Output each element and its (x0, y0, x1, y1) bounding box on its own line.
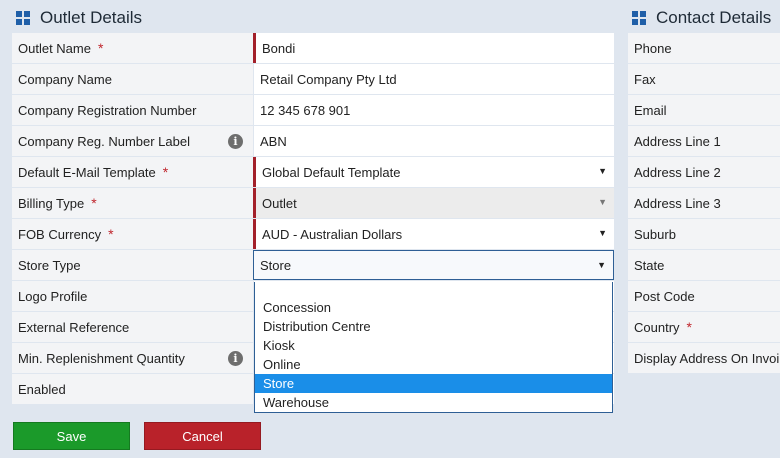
field-label: FOB Currency * (12, 219, 253, 249)
field-label-text: Country (634, 319, 680, 335)
field-label-text: State (634, 257, 665, 273)
outlet-details-title-text: Outlet Details (40, 8, 143, 27)
field-label-text: Min. Replenishment Quantity (18, 350, 185, 366)
contact-row-address-line-2: Address Line 2 (628, 157, 780, 188)
form-row-billing-type: Billing Type * Outlet ▼ (12, 188, 614, 219)
field-value: ABN (260, 133, 287, 149)
contact-row-email: Email (628, 95, 780, 126)
contact-row-suburb: Suburb (628, 219, 780, 250)
grid-icon (16, 11, 30, 25)
field-label-text: Address Line 1 (634, 133, 721, 149)
field-label: Company Registration Number (12, 95, 253, 125)
field-label: Outlet Name * (12, 33, 253, 63)
form-row-fob-currency: FOB Currency * AUD - Australian Dollars ▼ (12, 219, 614, 250)
contact-row-display-address-on-invoi: Display Address On Invoi (628, 343, 780, 374)
field-label-text: Post Code (634, 288, 695, 304)
caret-down-icon: ▼ (598, 197, 607, 207)
contact-details-title: Contact Details (632, 6, 771, 30)
field-label-text: Outlet Name (18, 40, 91, 56)
contact-row-post-code: Post Code (628, 281, 780, 312)
contact-row-fax: Fax (628, 64, 780, 95)
field-label-text: Default E-Mail Template (18, 164, 156, 180)
field-value: Store (260, 257, 292, 273)
cancel-button[interactable]: Cancel (144, 422, 261, 450)
billing-type-select: Outlet ▼ (253, 188, 614, 218)
field-label: Company Reg. Number Label i (12, 126, 253, 156)
store-type-dropdown-list[interactable]: Concession Distribution Centre Kiosk Online… (254, 282, 613, 413)
field-label-text: Suburb (634, 226, 676, 242)
required-marker: * (91, 195, 97, 211)
field-label-text: Company Reg. Number Label (18, 133, 190, 149)
dropdown-option-online[interactable]: Online (255, 355, 612, 374)
field-value: Outlet (262, 195, 297, 211)
field-label: Default E-Mail Template * (12, 157, 253, 187)
dropdown-option-store[interactable]: Store (255, 374, 612, 393)
fob-currency-select[interactable]: AUD - Australian Dollars ▼ (253, 219, 614, 249)
field-value: AUD - Australian Dollars (262, 226, 403, 242)
contact-row-address-line-1: Address Line 1 (628, 126, 780, 157)
field-label: Logo Profile (12, 281, 253, 311)
contact-row-state: State (628, 250, 780, 281)
contact-row-address-line-3: Address Line 3 (628, 188, 780, 219)
field-label-text: Email (634, 102, 667, 118)
caret-down-icon: ▼ (597, 260, 606, 270)
field-label-text: Company Registration Number (18, 102, 197, 118)
field-label: Billing Type * (12, 188, 253, 218)
field-label: Enabled (12, 374, 253, 404)
form-row-default-e-mail-template: Default E-Mail Template * Global Default T… (12, 157, 614, 188)
form-row-company-registration-number: Company Registration Number 12 345 678 90… (12, 95, 614, 126)
save-button[interactable]: Save (13, 422, 130, 450)
field-label-text: Fax (634, 71, 656, 87)
field-value: 12 345 678 901 (260, 102, 351, 118)
form-row-company-name: Company Name Retail Company Pty Ltd (12, 64, 614, 95)
required-marker: * (97, 40, 104, 56)
dropdown-option-kiosk[interactable]: Kiosk (255, 336, 612, 355)
field-label: Company Name (12, 64, 253, 94)
field-label-text: Phone (634, 40, 672, 56)
field-label-text: External Reference (18, 319, 130, 335)
form-row-company-reg-number-label: Company Reg. Number Label i ABN (12, 126, 614, 157)
required-marker: * (162, 164, 169, 180)
caret-down-icon: ▼ (598, 228, 607, 238)
field-label-text: FOB Currency (18, 226, 102, 242)
field-label-text: Logo Profile (18, 288, 88, 304)
field-label: External Reference (12, 312, 253, 342)
field-label-text: Display Address On Invoi (634, 350, 780, 366)
contact-row-country: Country * (628, 312, 780, 343)
caret-down-icon: ▼ (598, 166, 607, 176)
dropdown-option-distribution-centre[interactable]: Distribution Centre (255, 317, 612, 336)
dropdown-option-concession[interactable]: Concession (255, 298, 612, 317)
company-reg-number-label-input[interactable]: ABN (253, 126, 614, 156)
contact-details-form: Phone Fax Email Address Line 1 Address Line … (628, 33, 780, 374)
outlet-details-title: Outlet Details (16, 6, 142, 30)
required-marker: * (108, 226, 114, 242)
company-name-input[interactable]: Retail Company Pty Ltd (253, 64, 614, 94)
info-icon[interactable]: i (228, 134, 243, 149)
form-row-outlet-name: Outlet Name * Bondi (12, 33, 614, 64)
field-label-text: Address Line 2 (634, 164, 721, 180)
default-e-mail-template-select[interactable]: Global Default Template ▼ (253, 157, 614, 187)
field-label: Min. Replenishment Quantity i (12, 343, 253, 373)
contact-row-phone: Phone (628, 33, 780, 64)
field-value: Retail Company Pty Ltd (260, 71, 397, 87)
field-label-text: Enabled (18, 381, 66, 397)
company-registration-number-input[interactable]: 12 345 678 901 (253, 95, 614, 125)
store-type-select[interactable]: Store ▼ (253, 250, 614, 280)
form-footer: Save Cancel (0, 414, 780, 458)
info-icon[interactable]: i (228, 351, 243, 366)
field-label: Store Type (12, 250, 253, 280)
form-row-store-type: Store Type Store ▼ (12, 250, 614, 281)
outlet-name-input[interactable]: Bondi (253, 33, 614, 63)
field-label-text: Company Name (18, 71, 112, 87)
grid-icon (632, 11, 646, 25)
contact-details-title-text: Contact Details (656, 8, 772, 27)
field-label-text: Store Type (18, 257, 81, 273)
dropdown-option-warehouse[interactable]: Warehouse (255, 393, 612, 412)
field-label-text: Address Line 3 (634, 195, 721, 211)
required-marker: * (686, 319, 692, 335)
field-value: Bondi (262, 40, 296, 56)
field-label-text: Billing Type (18, 195, 85, 211)
field-value: Global Default Template (262, 164, 401, 180)
